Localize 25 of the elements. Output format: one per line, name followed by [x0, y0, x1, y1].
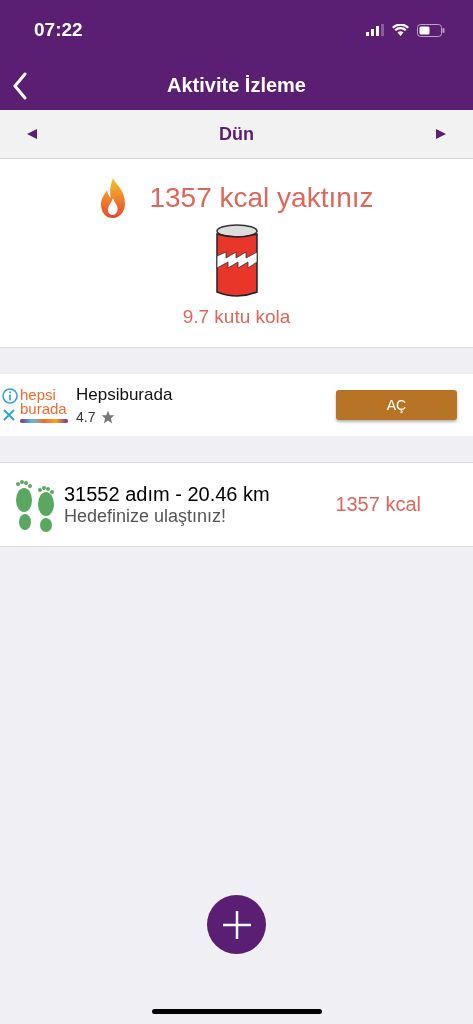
battery-icon [417, 23, 445, 37]
chevron-left-icon [12, 72, 28, 100]
calories-burned-text: 1357 kcal yaktınız [149, 182, 374, 214]
triangle-right-icon [435, 128, 447, 140]
open-button[interactable]: AÇ [336, 390, 457, 420]
activity-row[interactable]: 31552 adım - 20.46 km Hedefinize ulaştınız! 1357 kcal [0, 462, 473, 547]
info-icon[interactable] [2, 388, 18, 404]
soda-can-icon [213, 224, 260, 300]
status-time: 07:22 [34, 19, 83, 41]
star-icon [101, 410, 116, 424]
screen-title: Aktivite İzleme [167, 73, 306, 97]
triangle-left-icon [26, 128, 38, 140]
close-icon[interactable] [2, 408, 16, 422]
signal-icon [366, 24, 384, 36]
wifi-icon [392, 24, 409, 36]
activity-title: 31552 adım - 20.46 km [64, 482, 271, 506]
activity-subtitle: Hedefinize ulaştınız! [64, 505, 228, 527]
store-logo: hepsi burada [20, 387, 68, 423]
date-label: Dün [219, 123, 254, 145]
rating-text: 4.7 [76, 409, 96, 425]
flame-icon [99, 178, 128, 218]
cola-equivalent-text: 9.7 kutu kola [182, 306, 291, 328]
plus-icon [221, 909, 252, 940]
app-name: Hepsiburada [76, 385, 173, 405]
activity-calories: 1357 kcal [335, 493, 421, 516]
